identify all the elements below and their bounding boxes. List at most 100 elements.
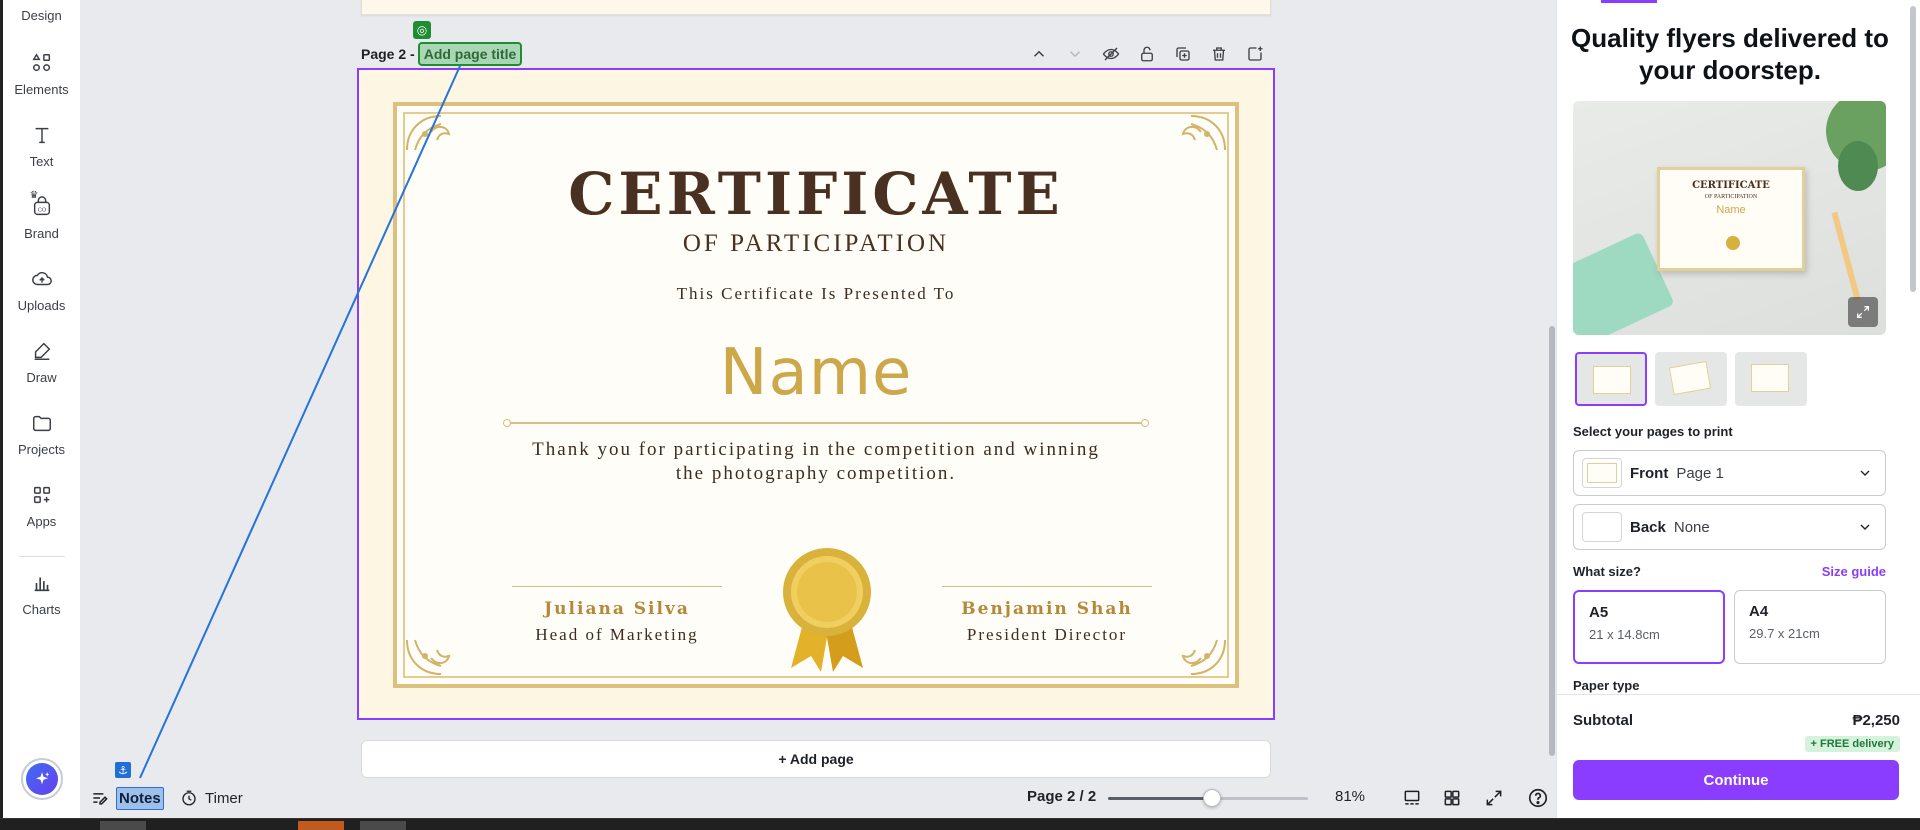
page-indicator[interactable]: Page 2 / 2 <box>1027 788 1096 805</box>
preview-cert-title: CERTIFICATE <box>1692 180 1770 191</box>
timer-button[interactable]: Timer <box>180 784 243 812</box>
page-toolbar <box>1028 42 1266 66</box>
sidebar-item-design[interactable]: Design <box>3 8 80 23</box>
taskbar-app[interactable] <box>360 821 406 830</box>
add-page-button[interactable]: + Add page <box>361 740 1271 778</box>
bottom-bar: Notes Timer Page 2 / 2 81% <box>80 778 1552 818</box>
zoom-value[interactable]: 81% <box>1335 788 1365 805</box>
timer-label: Timer <box>205 789 243 807</box>
uploads-icon <box>29 266 55 292</box>
grid-view-icon <box>1444 790 1460 806</box>
signer-name: Benjamin Shah <box>961 599 1133 619</box>
sparkle-icon <box>26 763 58 795</box>
front-page-thumbnail <box>1582 458 1622 488</box>
preview-seal <box>1726 236 1740 250</box>
zoom-slider-thumb[interactable] <box>1203 789 1221 807</box>
help-button[interactable] <box>1526 786 1550 810</box>
chevron-down-icon <box>1860 524 1870 530</box>
notes-icon <box>93 793 108 805</box>
front-page-select[interactable]: Front Page 1 <box>1573 450 1886 496</box>
size-name: A4 <box>1749 603 1769 620</box>
sidebar-item-elements[interactable]: Elements <box>3 50 80 97</box>
notes-button[interactable]: Notes <box>90 784 164 812</box>
subtotal-value: ₱2,250 <box>1852 712 1900 729</box>
fullscreen-button[interactable] <box>1482 786 1506 810</box>
signature-line <box>512 586 722 587</box>
certificate-title[interactable]: CERTIFICATE <box>397 160 1235 228</box>
selected-page-frame[interactable]: CERTIFICATE OF PARTICIPATION This Certif… <box>357 68 1275 720</box>
draw-icon <box>29 338 55 364</box>
add-page-toolbar-button[interactable] <box>1244 43 1266 65</box>
left-sidebar: Design Elements Text CO ♛ Brand Uploads … <box>0 0 80 818</box>
taskbar-app[interactable] <box>298 821 344 830</box>
panel-headline: Quality flyers delivered to your doorste… <box>1571 23 1889 85</box>
sidebar-item-label: Draw <box>26 370 57 385</box>
os-taskbar <box>0 818 1920 830</box>
gold-medal-icon[interactable] <box>777 546 877 676</box>
thumbnail-certificate <box>1593 366 1631 394</box>
sidebar-item-label: Uploads <box>17 298 66 313</box>
duplicate-icon <box>1176 47 1190 61</box>
previous-page-preview[interactable] <box>361 0 1271 15</box>
preview-thumbnail[interactable] <box>1735 352 1807 406</box>
crown-icon: ♛ <box>29 190 39 201</box>
back-value: None <box>1673 518 1710 536</box>
certificate-design[interactable]: CERTIFICATE OF PARTICIPATION This Certif… <box>363 74 1269 714</box>
select-pages-label: Select your pages to print <box>1573 424 1733 439</box>
certificate-subtitle[interactable]: OF PARTICIPATION <box>397 230 1235 258</box>
text-icon <box>29 122 55 148</box>
back-page-select[interactable]: Back None <box>1573 504 1886 550</box>
panel-scrollbar[interactable] <box>1910 6 1916 292</box>
move-page-down-button[interactable] <box>1064 43 1086 65</box>
size-option-a4[interactable]: A4 29.7 x 21cm <box>1734 590 1886 664</box>
size-name: A5 <box>1589 604 1609 621</box>
delete-page-button[interactable] <box>1208 43 1230 65</box>
chevron-up-icon <box>1033 50 1045 57</box>
svg-text:CO: CO <box>37 208 46 214</box>
signature-line <box>942 586 1152 587</box>
size-guide-link[interactable]: Size guide <box>1822 564 1886 579</box>
page-view-button[interactable] <box>1400 786 1424 810</box>
hide-page-button[interactable] <box>1100 43 1122 65</box>
preview-certificate: CERTIFICATE OF PARTICIPATION Name <box>1657 167 1805 271</box>
recipient-name[interactable]: Name <box>397 336 1235 410</box>
grid-view-button[interactable] <box>1440 786 1464 810</box>
certificate-presented-text[interactable]: This Certificate Is Presented To <box>397 284 1235 304</box>
back-page-thumbnail <box>1582 512 1622 542</box>
move-page-up-button[interactable] <box>1028 43 1050 65</box>
sidebar-item-uploads[interactable]: Uploads <box>3 266 80 313</box>
sidebar-item-charts[interactable]: Charts <box>3 570 80 617</box>
sidebar-item-label: Charts <box>22 602 61 617</box>
zoom-slider[interactable] <box>1108 789 1308 807</box>
sidebar-item-draw[interactable]: Draw <box>3 338 80 385</box>
certificate-body-text[interactable]: Thank you for participating in the compe… <box>397 438 1235 486</box>
help-icon <box>1528 788 1548 808</box>
preview-thumbnail[interactable] <box>1655 352 1727 406</box>
folder-icon <box>29 410 55 436</box>
sidebar-item-text[interactable]: Text <box>3 122 80 169</box>
size-option-a5[interactable]: A5 21 x 14.8cm <box>1573 590 1725 664</box>
page-label: Page 2 - <box>361 46 415 62</box>
duplicate-page-button[interactable] <box>1172 43 1194 65</box>
signature-block-right[interactable]: Benjamin Shah President Director <box>942 586 1152 645</box>
sidebar-divider <box>19 556 65 557</box>
add-page-icon <box>1248 46 1263 61</box>
page-title-input[interactable]: Add page title <box>417 42 523 66</box>
expand-preview-button[interactable] <box>1848 297 1878 327</box>
sidebar-item-projects[interactable]: Projects <box>3 410 80 457</box>
chevron-down-icon <box>1069 51 1081 58</box>
magic-assistant-button[interactable] <box>21 758 63 800</box>
canvas-scrollbar[interactable] <box>1549 326 1555 756</box>
continue-button[interactable]: Continue <box>1573 760 1899 800</box>
charts-icon <box>29 570 55 596</box>
size-dimensions: 21 x 14.8cm <box>1589 627 1660 642</box>
signature-block-left[interactable]: Juliana Silva Head of Marketing <box>512 586 722 645</box>
taskbar-app[interactable] <box>100 821 146 830</box>
preview-thumbnail[interactable] <box>1575 352 1647 406</box>
brand-icon: CO ♛ <box>29 190 55 220</box>
pencil-decor <box>1831 211 1861 301</box>
sidebar-item-apps[interactable]: Apps <box>3 482 80 529</box>
sidebar-item-brand[interactable]: CO ♛ Brand <box>3 190 80 241</box>
lock-page-button[interactable] <box>1136 43 1158 65</box>
ornament-icon <box>406 639 451 675</box>
